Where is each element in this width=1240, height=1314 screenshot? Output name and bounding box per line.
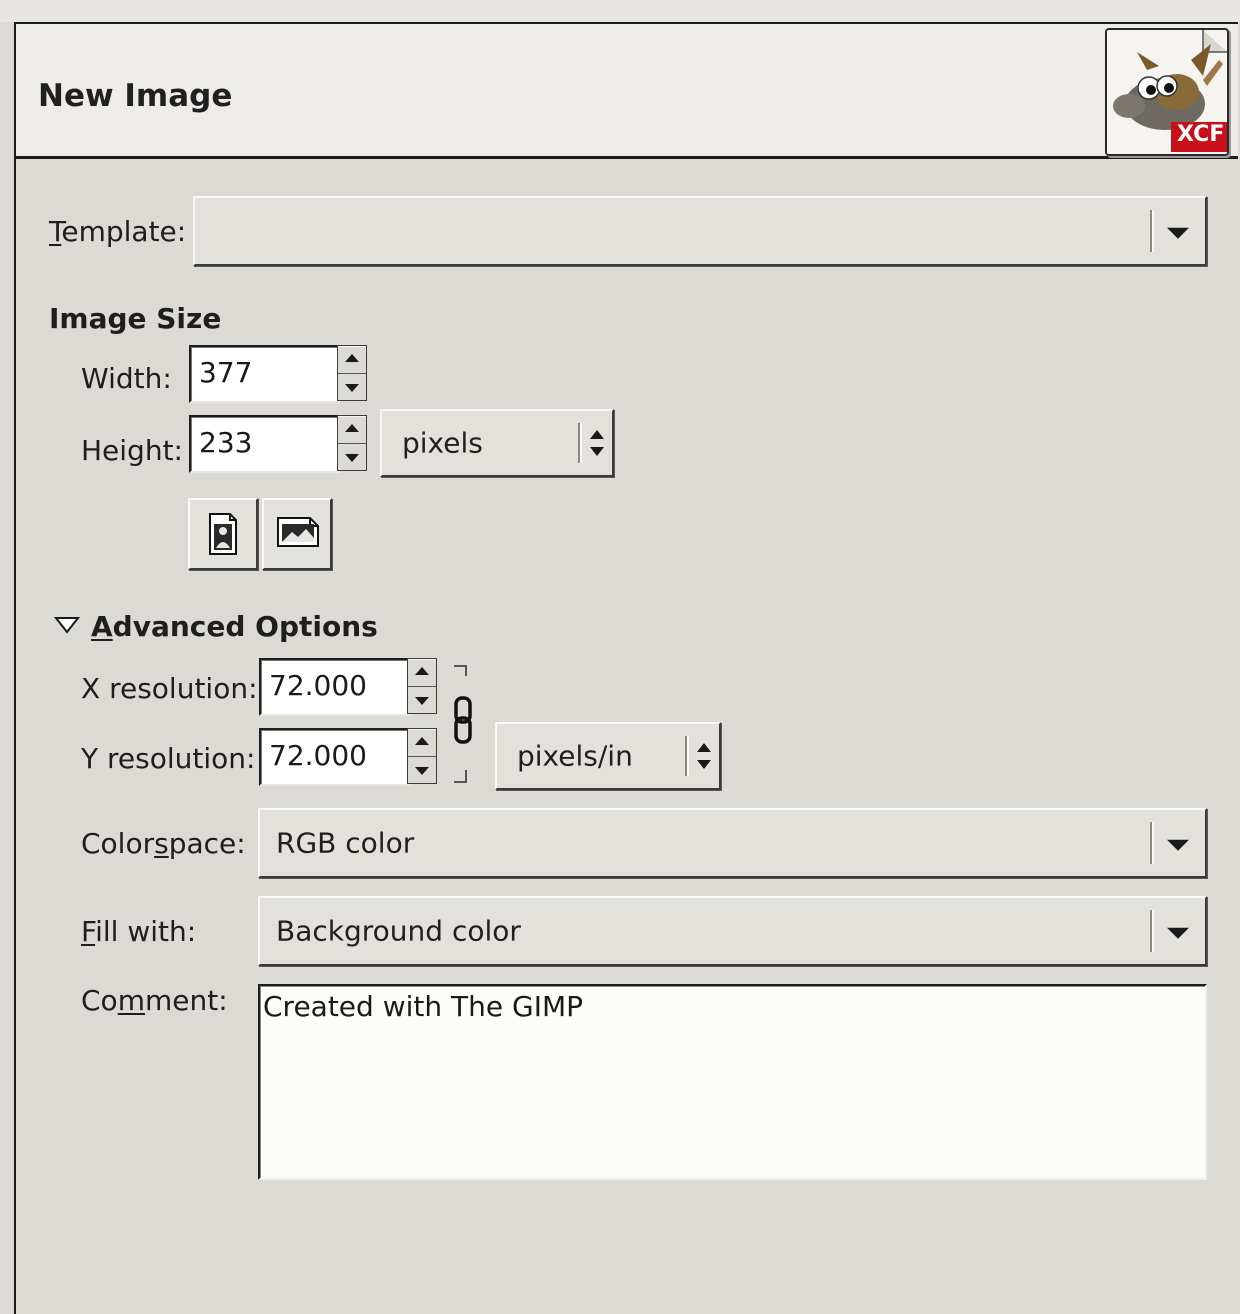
colorspace-label: Colorspace: xyxy=(81,827,246,860)
up-down-arrows-icon xyxy=(584,411,610,475)
y-resolution-spin-buttons[interactable] xyxy=(407,728,437,784)
chain-link-icon[interactable] xyxy=(448,662,478,790)
size-unit-value: pixels xyxy=(402,426,483,460)
height-label: Height: xyxy=(81,434,183,467)
height-field[interactable]: 233 xyxy=(189,415,341,473)
chevron-down-icon xyxy=(1167,839,1189,851)
fill-with-value: Background color xyxy=(276,914,521,948)
up-down-arrows-icon xyxy=(691,724,717,788)
colorspace-combo[interactable]: RGB color xyxy=(258,808,1207,878)
fill-with-label: Fill with: xyxy=(81,915,197,948)
width-field[interactable]: 377 xyxy=(189,345,341,403)
template-combo[interactable] xyxy=(193,196,1207,266)
window-top-strip xyxy=(0,0,1240,22)
comment-textarea[interactable]: Created with The GIMP xyxy=(258,984,1207,1180)
y-resolution-label: Y resolution: xyxy=(81,742,256,775)
template-label: Template: xyxy=(49,215,187,248)
xcf-badge-label: XCF xyxy=(1177,122,1225,147)
gimp-wilber-xcf-icon: XCF xyxy=(1105,28,1229,156)
width-label: Width: xyxy=(81,362,172,395)
size-unit-select[interactable]: pixels xyxy=(380,409,614,477)
portrait-orientation-icon xyxy=(209,513,237,555)
resolution-unit-value: pixels/in xyxy=(517,739,633,773)
x-resolution-field[interactable]: 72.000 xyxy=(259,658,411,716)
dialog-header: New Image XCF xyxy=(16,24,1238,159)
x-resolution-spin-buttons[interactable] xyxy=(407,658,437,714)
x-resolution-label: X resolution: xyxy=(81,672,258,705)
portrait-button[interactable] xyxy=(188,498,258,570)
landscape-button[interactable] xyxy=(262,498,332,570)
colorspace-value: RGB color xyxy=(276,826,415,860)
comment-label: Comment: xyxy=(81,984,228,1017)
chevron-down-icon xyxy=(1167,927,1189,939)
width-spin-buttons[interactable] xyxy=(337,345,367,401)
fill-with-combo[interactable]: Background color xyxy=(258,896,1207,966)
image-size-heading: Image Size xyxy=(49,302,222,335)
chevron-down-icon xyxy=(1167,227,1189,239)
advanced-options-expander[interactable]: Advanced Options xyxy=(91,610,378,643)
expander-triangle-icon[interactable] xyxy=(53,616,81,638)
resolution-unit-select[interactable]: pixels/in xyxy=(495,722,721,790)
height-spin-buttons[interactable] xyxy=(337,415,367,471)
landscape-orientation-icon xyxy=(277,517,319,547)
dialog-title: New Image xyxy=(38,78,233,114)
y-resolution-field[interactable]: 72.000 xyxy=(259,728,411,786)
